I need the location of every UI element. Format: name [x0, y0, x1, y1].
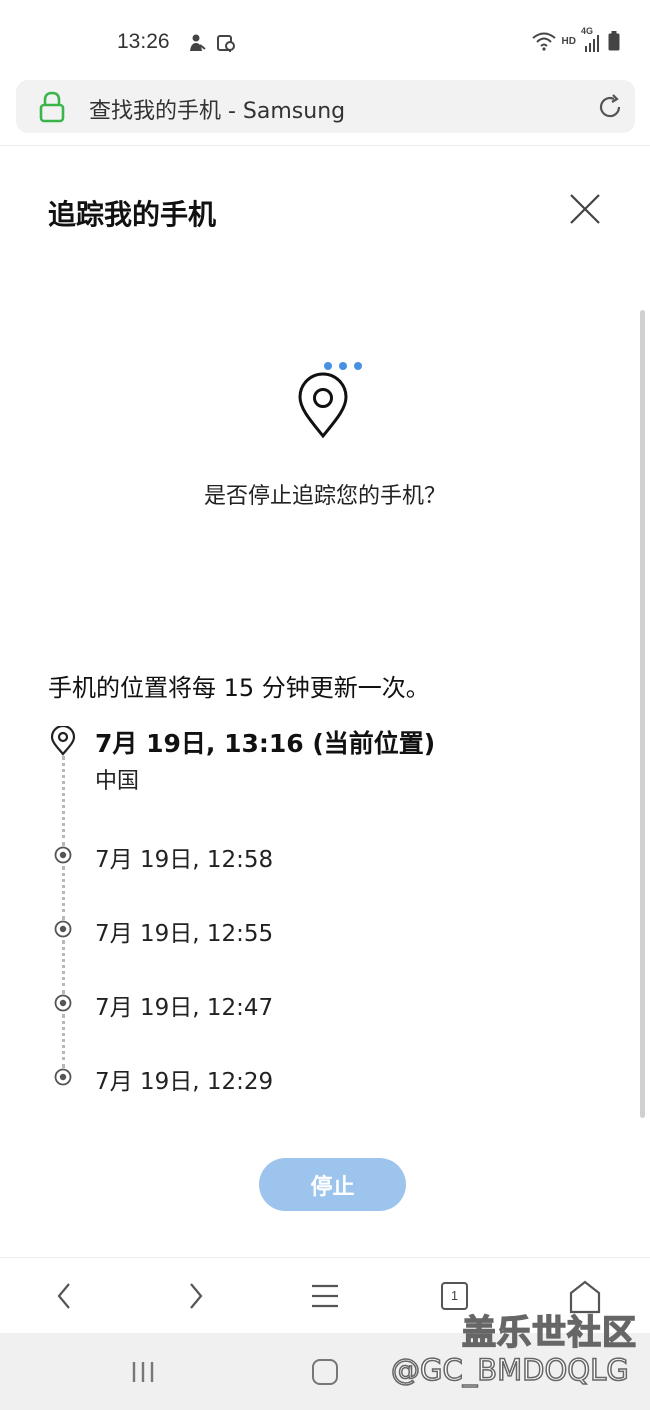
history-time: 7月 19日, 12:29: [95, 1069, 274, 1095]
stop-button[interactable]: 停止: [259, 1158, 406, 1211]
current-location-pin-icon: [50, 726, 76, 756]
status-bar: 13:26 HD 4G: [0, 0, 650, 80]
recent-apps-icon[interactable]: [131, 1361, 155, 1383]
close-icon[interactable]: [566, 190, 604, 228]
update-interval-note: 手机的位置将每 15 分钟更新一次。: [48, 674, 430, 702]
status-icons: HD 4G: [531, 26, 620, 52]
back-icon[interactable]: [47, 1278, 83, 1314]
lock-icon: [39, 91, 65, 123]
current-location-place: 中国: [95, 769, 140, 794]
status-time: 13:26: [117, 30, 170, 53]
header-divider: [0, 145, 650, 146]
history-point-icon: [54, 1068, 72, 1086]
battery-icon: [608, 31, 620, 51]
location-notification-icon: [217, 35, 235, 52]
hd-label: HD: [561, 35, 576, 47]
scrollbar[interactable]: [640, 310, 645, 1118]
history-point-icon: [54, 994, 72, 1012]
stop-tracking-question: 是否停止追踪您的手机？: [203, 484, 446, 509]
current-location-time: 7月 19日, 13:16 (当前位置): [95, 729, 436, 758]
wifi-icon: [531, 32, 556, 51]
tracking-pin-icon: [298, 362, 362, 439]
history-point-icon: [54, 920, 72, 938]
history-time: 7月 19日, 12:55: [95, 921, 274, 947]
url-bar[interactable]: 查找我的手机 - Samsung: [16, 80, 635, 133]
timeline-connector: [62, 940, 65, 994]
timeline-connector: [62, 866, 65, 920]
system-home-icon[interactable]: [312, 1359, 338, 1385]
history-point-icon: [54, 846, 72, 864]
signal-icon: 4G: [581, 26, 603, 52]
timeline-connector: [62, 756, 65, 846]
menu-icon[interactable]: [307, 1278, 343, 1314]
history-time: 7月 19日, 12:47: [95, 995, 274, 1021]
page-title: 查找我的手机 - Samsung: [89, 99, 346, 124]
watermark-community: 盖乐世社区: [461, 1312, 637, 1354]
history-time: 7月 19日, 12:58: [95, 847, 274, 873]
watermark-user: @GC_BMDOQLG: [390, 1352, 629, 1388]
person-notification-icon: [190, 34, 206, 51]
timeline-connector: [62, 1014, 65, 1068]
reload-icon[interactable]: [596, 93, 624, 121]
forward-icon[interactable]: [177, 1278, 213, 1314]
dialog-title: 追踪我的手机: [48, 198, 217, 231]
